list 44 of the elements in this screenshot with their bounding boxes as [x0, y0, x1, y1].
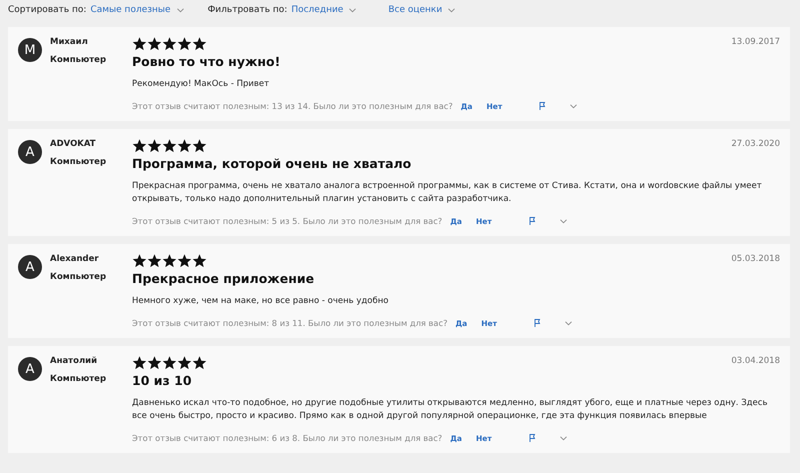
- review-text: Прекрасная программа, очень не хватало аналога встроенной программы, как в системе от Стива. Кстати, она и wordовские файлы умеет открывать, только надо дополнительный плагин установить с сайта разработчика.: [132, 180, 763, 206]
- flag-icon[interactable]: [528, 217, 536, 225]
- review-date: 05.03.2018: [731, 254, 780, 264]
- reviewer-name: Alexander: [50, 254, 100, 264]
- review-title: Прекрасное приложение: [132, 271, 314, 286]
- device-label: Компьютер: [50, 374, 108, 384]
- helpfulness-text: Этот отзыв считают полезным: 6 из 8. Было ли это полезным для вас?: [132, 433, 442, 443]
- chevron-down-icon: [448, 8, 456, 12]
- avatar: A: [18, 140, 42, 164]
- chevron-down-icon: [349, 8, 356, 12]
- expand-icon[interactable]: [564, 320, 572, 326]
- review-text: Немного хуже, чем на маке, но все равно - очень удобно: [132, 295, 388, 308]
- reviewer-name: ADVOKAT: [50, 139, 97, 149]
- reviewer-name: Михаил: [50, 37, 89, 47]
- filter-dropdown[interactable]: Последние: [291, 5, 356, 15]
- review-date: 13.09.2017: [731, 37, 780, 47]
- helpfulness-text: Этот отзыв считают полезным: 13 из 14. Было ли это полезным для вас?: [132, 101, 453, 111]
- review-date: 03.04.2018: [731, 356, 780, 366]
- expand-icon[interactable]: [570, 104, 578, 108]
- expand-icon[interactable]: [560, 218, 567, 224]
- rating-dropdown[interactable]: Все оценки: [388, 5, 456, 15]
- flag-icon[interactable]: [528, 434, 536, 442]
- sort-dropdown[interactable]: Самые полезные: [90, 5, 184, 15]
- device-label: Компьютер: [50, 55, 108, 65]
- expand-icon[interactable]: [560, 436, 567, 440]
- avatar: A: [18, 357, 42, 381]
- review-title: Ровно то что нужно!: [132, 54, 280, 69]
- filter-label: Фильтровать по:: [208, 5, 288, 15]
- chevron-down-icon: [176, 8, 184, 12]
- avatar: A: [18, 255, 42, 279]
- flag-icon[interactable]: [534, 319, 541, 327]
- review-date: 27.03.2020: [731, 139, 780, 149]
- helpfulness-text: Этот отзыв считают полезным: 8 из 11. Было ли это полезным для вас?: [132, 318, 448, 328]
- review-title: Программа, которой очень не хватало: [132, 156, 412, 171]
- reviewer-name: Анатолий: [50, 356, 98, 366]
- avatar: М: [18, 38, 42, 62]
- review-title: 10 из 10: [132, 373, 192, 388]
- sort-label: Сортировать по:: [8, 5, 86, 15]
- device-label: Компьютер: [50, 157, 108, 167]
- review-text: Рекомендую! МакОсь - Привет: [132, 78, 270, 91]
- helpfulness-text: Этот отзыв считают полезным: 5 из 5. Было ли это полезным для вас?: [132, 216, 442, 226]
- flag-icon[interactable]: [539, 102, 546, 110]
- device-label: Компьютер: [50, 272, 108, 282]
- review-text: Давненько искал что-то подобное, но другие подобные утилиты открываются медленно, выглядят убого, еще и платные через одну. Здесь все очень быстро, просто и красиво. Прямо как в одной другой популярной операционке, где эта функция появилась впервые: [132, 397, 768, 423]
